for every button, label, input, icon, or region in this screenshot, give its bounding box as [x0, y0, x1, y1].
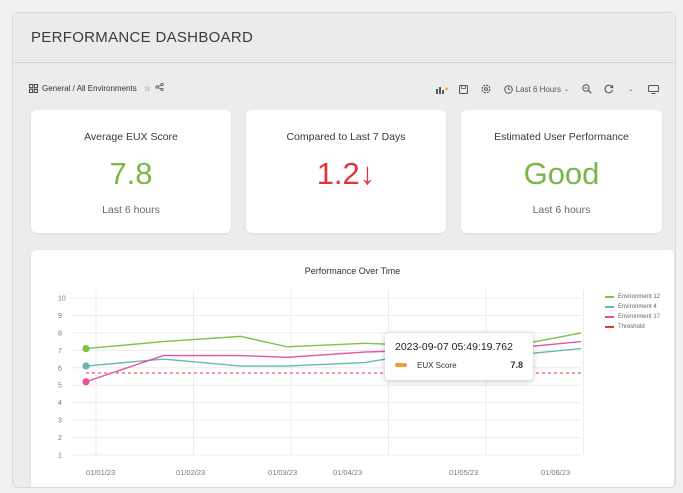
y-tick-label: 8	[58, 330, 62, 337]
refresh-interval-dropdown[interactable]: ⌄	[623, 81, 639, 97]
kpi-value: Good	[523, 156, 600, 191]
y-tick-label: 10	[58, 296, 66, 303]
legend-label: Threshold	[617, 324, 645, 330]
breadcrumb[interactable]: General / All Environments ☆	[29, 82, 164, 93]
tooltip-label: EUX Score	[417, 360, 457, 370]
legend-swatch	[604, 316, 614, 318]
kpi-value: 7.8	[109, 156, 153, 191]
y-tick-label: 3	[58, 418, 62, 425]
tooltip-row: EUX Score 7.8	[395, 360, 523, 370]
time-range-label: Last 6 Hours	[515, 84, 561, 94]
x-tick-label: 01/06/23	[541, 468, 570, 477]
x-tick-label: 01/04/23	[333, 468, 362, 477]
refresh-icon[interactable]	[601, 81, 617, 97]
tooltip-swatch	[395, 363, 407, 367]
share-icon[interactable]	[155, 82, 164, 93]
performance-line-chart[interactable]: 1 2 3 4 5 6 7 8 9 10 01/01/23 01/02/23 01/03/23 01/04…	[31, 250, 674, 488]
chart-legend[interactable]: Environment 12 Environment 4 Environment 1…	[604, 292, 660, 332]
time-range-picker[interactable]: Last 6 Hours ⌄	[500, 81, 573, 97]
dashboard-toolbar: General / All Environments ☆ Last 6 Hour…	[13, 81, 675, 101]
x-tick-label: 01/02/23	[176, 468, 205, 477]
kpi-card-compared-7-days: Compared to Last 7 Days 1.2↓	[246, 110, 446, 233]
zoom-out-icon[interactable]	[579, 81, 595, 97]
legend-item[interactable]: Threshold	[604, 322, 660, 332]
y-tick-label: 2	[58, 435, 62, 442]
kpi-label: Average EUX Score	[84, 131, 178, 143]
clock-icon	[503, 84, 513, 94]
chevron-down-icon: ⌄	[563, 86, 569, 93]
dashboard-grid-icon	[29, 83, 39, 93]
y-tick-label: 9	[58, 313, 62, 320]
kpi-label: Estimated User Performance	[494, 131, 629, 143]
save-icon[interactable]	[456, 81, 472, 97]
kpi-label: Compared to Last 7 Days	[286, 131, 406, 143]
star-icon[interactable]: ☆	[144, 84, 151, 93]
y-tick-label: 1	[58, 453, 62, 460]
y-tick-label: 7	[58, 348, 62, 355]
kpi-subtitle: Last 6 hours	[532, 204, 591, 216]
x-tick-label: 01/03/23	[268, 468, 297, 477]
kpi-card-estimated-performance: Estimated User Performance Good Last 6 h…	[461, 110, 662, 233]
chart-tooltip: 2023-09-07 05:49:19.762 EUX Score 7.8	[385, 333, 533, 380]
y-tick-label: 4	[58, 400, 62, 407]
settings-icon[interactable]	[478, 81, 494, 97]
legend-label: Environment 12	[617, 294, 660, 300]
dashboard-frame: PERFORMANCE DASHBOARD General / All Envi…	[12, 12, 676, 488]
kpi-card-average-eux: Average EUX Score 7.8 Last 6 hours	[31, 110, 231, 233]
chevron-down-icon: ⌄	[628, 86, 634, 93]
kpi-value: 1.2↓	[316, 156, 376, 191]
legend-item[interactable]: Environment 4	[604, 302, 660, 312]
series-start-point	[82, 362, 90, 370]
performance-chart-card: Performance Over Time 1 2 3 4 5 6 7 8 9 10 01/01/2…	[31, 250, 674, 488]
series-start-point	[82, 344, 90, 353]
legend-swatch	[604, 306, 614, 308]
page-header: PERFORMANCE DASHBOARD	[13, 13, 675, 63]
legend-swatch	[604, 326, 614, 328]
legend-label: Environment 4	[617, 304, 657, 310]
tv-mode-icon[interactable]	[645, 81, 661, 97]
kpi-subtitle: Last 6 hours	[102, 204, 160, 216]
legend-item[interactable]: Environment 12	[604, 292, 660, 302]
legend-item[interactable]: Environment 17	[604, 312, 660, 322]
series-start-point	[82, 378, 90, 386]
toolbar-actions: Last 6 Hours ⌄ ⌄	[434, 81, 661, 97]
x-tick-label: 01/05/23	[449, 468, 478, 477]
legend-label: Environment 17	[617, 314, 660, 320]
y-tick-label: 6	[58, 365, 62, 372]
page-title: PERFORMANCE DASHBOARD	[31, 29, 254, 46]
add-panel-icon[interactable]	[434, 81, 450, 97]
breadcrumb-text[interactable]: General / All Environments	[42, 84, 137, 93]
y-tick-label: 5	[58, 383, 62, 390]
tooltip-timestamp: 2023-09-07 05:49:19.762	[395, 341, 513, 353]
legend-swatch	[604, 296, 614, 298]
x-tick-label: 01/01/23	[86, 468, 115, 477]
tooltip-value: 7.8	[510, 360, 523, 370]
